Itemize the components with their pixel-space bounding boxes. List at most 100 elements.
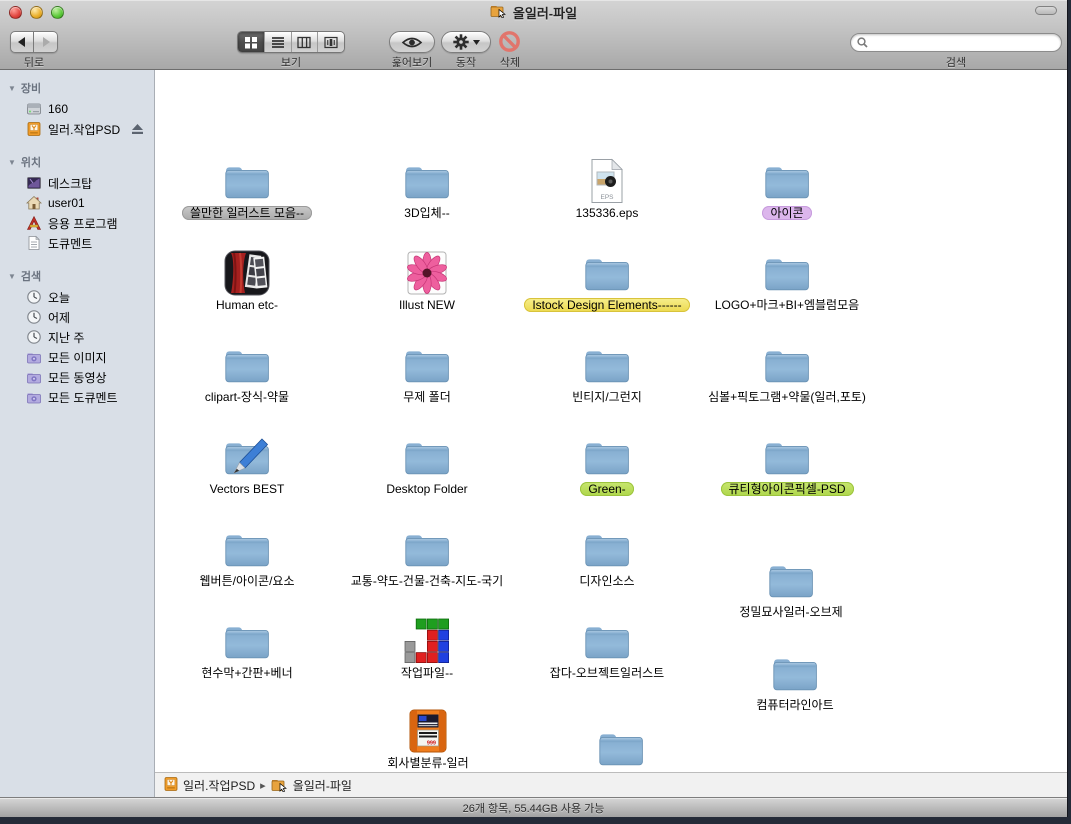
window-body: ▼장비160일러.작업PSD▼위치데스크탑user01응용 프로그램도큐멘트▼검… [0,70,1067,797]
sidebar-section-header[interactable]: ▼검색 [0,266,154,287]
sidebar-item[interactable]: 모든 동영상 [0,367,154,387]
nav-buttons [10,31,58,53]
forward-button[interactable] [34,31,58,53]
path-segment-label: 일러.작업PSD [183,777,255,794]
sidebar-item-label: 데스크탑 [48,175,92,192]
folder-icon [706,557,876,603]
sidebar-item-label: 모든 동영상 [48,369,107,386]
back-button[interactable] [10,31,34,53]
file-item[interactable]: Illust NEW [342,250,512,313]
sidebar-section-header[interactable]: ▼위치 [0,152,154,173]
file-item[interactable]: EPS135336.eps [522,158,692,221]
smart-folder-icon [26,349,42,365]
file-item[interactable]: 한국화+동양화풍일러 [536,725,706,772]
clock-icon [26,329,42,345]
svg-text:999: 999 [427,741,436,747]
file-item[interactable]: Vectors BEST [162,434,332,497]
sidebar-item[interactable]: 도큐멘트 [0,233,154,253]
file-item[interactable]: 3D입체-- [342,158,512,221]
file-item[interactable]: 디자인소스 [522,526,692,589]
file-label: Vectors BEST [162,482,332,497]
toolbar-toggle-button[interactable] [1035,6,1057,15]
proxy-folder-icon[interactable] [490,2,508,23]
folder-icon [162,526,332,572]
file-label: Istock Design Elements------ [522,298,692,313]
sidebar-item-label: 어제 [48,309,70,326]
folder-icon [342,434,512,480]
sidebar-item-label: 일러.작업PSD [48,121,120,138]
column-view-button[interactable] [291,32,318,52]
file-item[interactable]: 아이콘 [702,158,872,221]
search-field[interactable] [850,33,1062,52]
path-segment[interactable]: 일러.작업PSD [163,776,255,795]
file-item[interactable]: 현수막+간판+베너 [162,618,332,681]
content-pane: 쓸만한 일러스트 모음--3D입체--EPS135336.eps아이콘 Human… [155,70,1067,797]
smart-folder-icon [26,369,42,385]
file-item[interactable]: 심볼+픽토그램+약물(일러,포토) [702,342,872,405]
file-item[interactable]: 잡다-오브젝트일러스트 [522,618,692,681]
documents-icon [26,235,42,251]
file-item[interactable]: 빈티지/그런지 [522,342,692,405]
titlebar[interactable]: 올일러-파일 [0,3,1067,21]
path-segment-label: 올일러-파일 [293,777,352,794]
file-label: LOGO+마크+BI+엠블럼모음 [702,298,872,313]
delete-button[interactable] [498,30,521,53]
sidebar-item[interactable]: 지난 주 [0,327,154,347]
file-item[interactable]: Istock Design Elements------ [522,250,692,313]
sidebar-item-label: user01 [48,196,85,210]
applications-icon [26,215,42,231]
search-input[interactable] [872,35,1055,50]
file-label: 웹버튼/아이콘/요소 [162,574,332,589]
pathbar: 일러.작업PSD▸올일러-파일 [155,772,1067,797]
file-item[interactable]: 정밀묘사일러-오브제 [706,557,876,620]
sidebar-item-label: 모든 이미지 [48,349,107,366]
file-label: 컴퓨터라인아트 [710,698,880,713]
file-item[interactable]: LOGO+마크+BI+엠블럼모음 [702,250,872,313]
file-item[interactable]: Green- [522,434,692,497]
file-label: Illust NEW [342,298,512,313]
file-item[interactable]: Human etc- [162,250,332,313]
file-label: 작업파일-- [342,666,512,681]
sidebar-item[interactable]: 어제 [0,307,154,327]
file-item[interactable]: 999회사별분류-일러 [343,708,513,771]
folder-icon [522,434,692,480]
sidebar-item[interactable]: user01 [0,193,154,213]
file-item[interactable]: 작업파일-- [342,618,512,681]
file-item[interactable]: 컴퓨터라인아트 [710,650,880,713]
file-item[interactable]: 쓸만한 일러스트 모음-- [162,158,332,221]
file-item[interactable]: Desktop Folder [342,434,512,497]
file-label: 잡다-오브젝트일러스트 [522,666,692,681]
sidebar-item[interactable]: 160 [0,99,154,119]
disclosure-triangle-icon: ▼ [8,158,16,167]
view-label: 보기 [237,54,345,70]
status-text: 26개 항목, 55.44GB 사용 가능 [463,800,605,816]
delete-label: 삭제 [487,54,533,70]
sidebar-section-title: 장비 [21,80,41,96]
sidebar-item[interactable]: 데스크탑 [0,173,154,193]
home-icon [26,195,42,211]
file-item[interactable]: clipart-장식-약물 [162,342,332,405]
sidebar-item[interactable]: 응용 프로그램 [0,213,154,233]
file-item[interactable]: 큐티형아이콘픽셀-PSD [702,434,872,497]
clock-icon [26,289,42,305]
coverflow-view-button[interactable] [317,32,344,52]
sidebar-section-header[interactable]: ▼장비 [0,78,154,99]
file-item[interactable]: 웹버튼/아이콘/요소 [162,526,332,589]
file-label: Green- [522,482,692,497]
icon-view-icon [244,36,258,49]
file-item[interactable]: 무제 폴더 [342,342,512,405]
quicklook-button[interactable] [389,31,435,53]
list-view-button[interactable] [264,32,291,52]
path-segment[interactable]: 올일러-파일 [271,776,352,795]
forward-arrow-icon [41,37,51,47]
action-button[interactable] [441,31,491,53]
eject-icon[interactable] [131,123,154,135]
icon-view-button[interactable] [238,32,264,52]
sidebar-item[interactable]: 일러.작업PSD [0,119,154,139]
sidebar-item[interactable]: 모든 도큐멘트 [0,387,154,407]
folder-icon [702,250,872,296]
sidebar-item[interactable]: 모든 이미지 [0,347,154,367]
file-item[interactable]: 교통-약도-건물-건축-지도-국기 [342,526,512,589]
file-label: 정밀묘사일러-오브제 [706,605,876,620]
sidebar-item[interactable]: 오늘 [0,287,154,307]
